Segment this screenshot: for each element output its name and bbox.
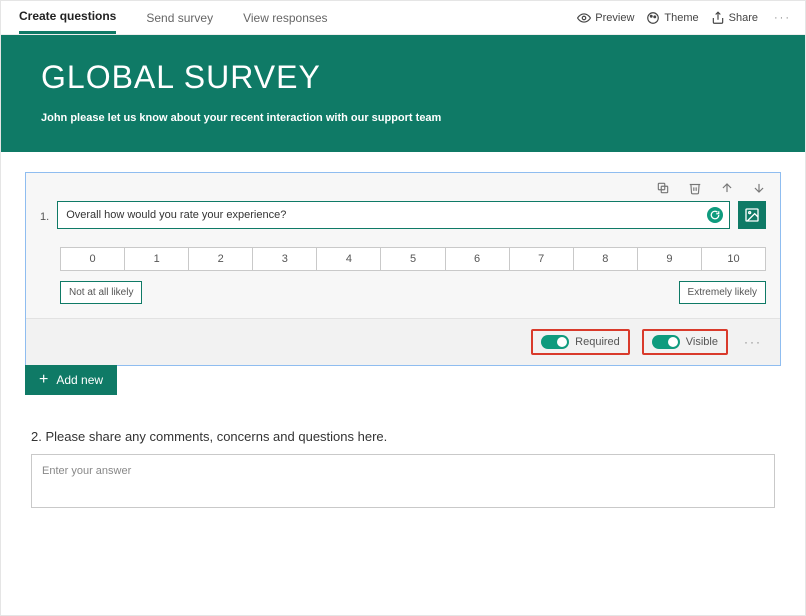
- plus-icon: +: [39, 374, 48, 386]
- scale-option[interactable]: 7: [509, 247, 573, 271]
- top-actions: Preview Theme Share ···: [577, 1, 795, 34]
- scale-option[interactable]: 0: [60, 247, 124, 271]
- scale-option[interactable]: 10: [701, 247, 766, 271]
- required-toggle-group: Required: [531, 329, 630, 355]
- preview-label: Preview: [595, 12, 634, 24]
- visible-label: Visible: [686, 336, 718, 348]
- share-icon: [711, 11, 725, 25]
- top-bar: Create questions Send survey View respon…: [1, 1, 805, 35]
- question-row: 1. Overall how would you rate your exper…: [26, 197, 780, 239]
- question-text-input[interactable]: Overall how would you rate your experien…: [57, 201, 730, 229]
- required-label: Required: [575, 336, 620, 348]
- trash-icon[interactable]: [688, 181, 702, 195]
- scale-option[interactable]: 5: [380, 247, 444, 271]
- scale-high-label[interactable]: Extremely likely: [679, 281, 766, 304]
- survey-header: GLOBAL SURVEY John please let us know ab…: [1, 35, 805, 152]
- share-label: Share: [729, 12, 758, 24]
- palette-icon: [646, 11, 660, 25]
- survey-title[interactable]: GLOBAL SURVEY: [41, 59, 765, 96]
- scale-option[interactable]: 3: [252, 247, 316, 271]
- question-more-button[interactable]: ···: [740, 335, 766, 349]
- question-number: 1.: [40, 201, 49, 229]
- image-icon: [744, 207, 760, 223]
- share-button[interactable]: Share: [711, 11, 758, 25]
- scale-low-label[interactable]: Not at all likely: [60, 281, 142, 304]
- eye-icon: [577, 11, 591, 25]
- refresh-icon[interactable]: [707, 207, 723, 223]
- scale-option[interactable]: 8: [573, 247, 637, 271]
- preview-button[interactable]: Preview: [577, 11, 634, 25]
- question-2: 2. Please share any comments, concerns a…: [25, 429, 781, 508]
- question-footer: Required Visible ···: [26, 319, 780, 365]
- add-new-button[interactable]: + Add new: [25, 365, 117, 395]
- question-card-inner: 1. Overall how would you rate your exper…: [26, 173, 780, 319]
- survey-description[interactable]: John please let us know about your recen…: [41, 112, 765, 124]
- insert-image-button[interactable]: [738, 201, 766, 229]
- tab-bar: Create questions Send survey View respon…: [19, 1, 328, 34]
- visible-toggle-group: Visible: [642, 329, 728, 355]
- question-card-1: 1. Overall how would you rate your exper…: [25, 172, 781, 366]
- arrow-down-icon[interactable]: [752, 181, 766, 195]
- question-2-label: 2. Please share any comments, concerns a…: [31, 429, 775, 444]
- answer-textarea[interactable]: Enter your answer: [31, 454, 775, 508]
- arrow-up-icon[interactable]: [720, 181, 734, 195]
- theme-button[interactable]: Theme: [646, 11, 698, 25]
- rating-scale: 0 1 2 3 4 5 6 7 8 9 10: [60, 247, 766, 271]
- scale-option[interactable]: 4: [316, 247, 380, 271]
- theme-label: Theme: [664, 12, 698, 24]
- tab-send-survey[interactable]: Send survey: [146, 1, 213, 34]
- app-window: Create questions Send survey View respon…: [0, 0, 806, 616]
- scale-option[interactable]: 1: [124, 247, 188, 271]
- tab-view-responses[interactable]: View responses: [243, 1, 328, 34]
- question-toolbar: [26, 173, 780, 197]
- tab-create-questions[interactable]: Create questions: [19, 1, 116, 34]
- required-toggle[interactable]: [541, 335, 569, 349]
- scale-labels: Not at all likely Extremely likely: [60, 281, 766, 304]
- scale-option[interactable]: 6: [445, 247, 509, 271]
- survey-body: 1. Overall how would you rate your exper…: [1, 152, 805, 615]
- scale-option[interactable]: 9: [637, 247, 701, 271]
- question-text: Overall how would you rate your experien…: [66, 209, 286, 221]
- scale-option[interactable]: 2: [188, 247, 252, 271]
- visible-toggle[interactable]: [652, 335, 680, 349]
- add-new-label: Add new: [56, 373, 103, 387]
- copy-icon[interactable]: [656, 181, 670, 195]
- top-more-button[interactable]: ···: [770, 12, 795, 24]
